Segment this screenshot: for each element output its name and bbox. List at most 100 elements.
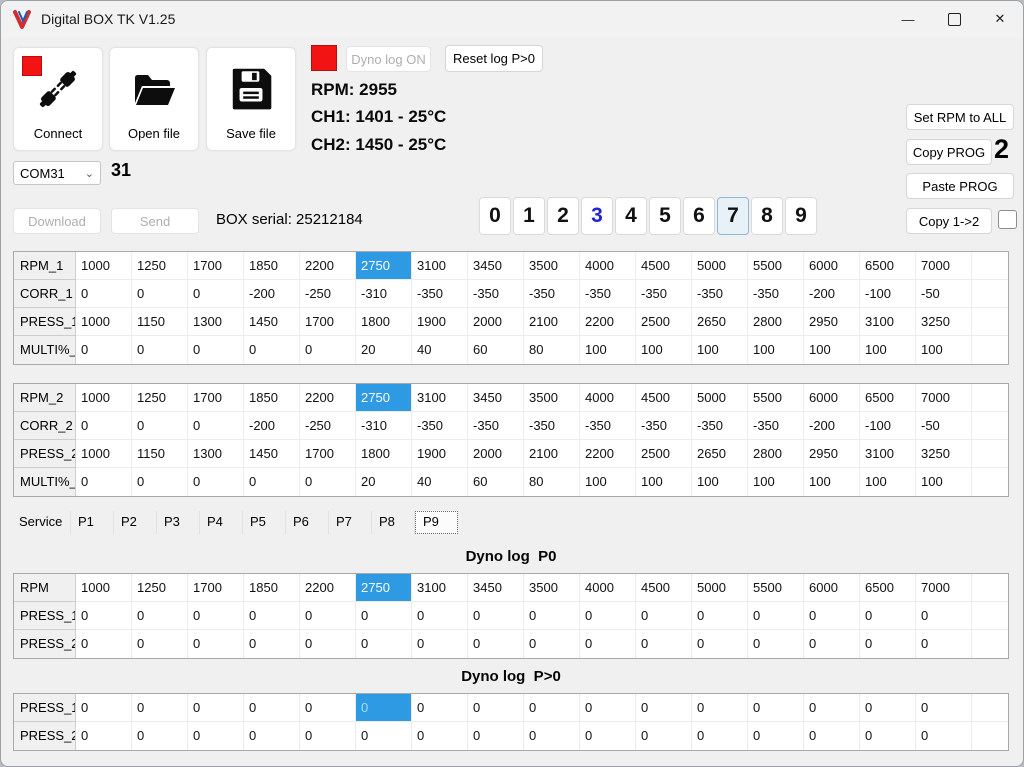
table-cell[interactable]: 0 xyxy=(188,602,244,630)
table-cell[interactable]: 0 xyxy=(860,602,916,630)
table-cell[interactable]: 2200 xyxy=(580,308,636,336)
table-cell[interactable]: 100 xyxy=(636,336,692,364)
table-cell[interactable]: 0 xyxy=(132,694,188,722)
table-cell[interactable]: 2950 xyxy=(804,440,860,468)
table-cell[interactable]: 0 xyxy=(300,694,356,722)
prog-digit-button[interactable]: 7 xyxy=(717,197,749,235)
table-cell[interactable]: 1800 xyxy=(356,308,412,336)
table-cell[interactable]: 0 xyxy=(524,722,580,750)
table-cell[interactable]: 60 xyxy=(468,468,524,496)
prog-digit-button[interactable]: 1 xyxy=(513,197,545,235)
table-cell[interactable]: 5500 xyxy=(748,384,804,412)
table-cell[interactable]: 40 xyxy=(412,336,468,364)
table-cell[interactable]: 0 xyxy=(804,722,860,750)
open-file-button[interactable]: Open file xyxy=(109,47,199,151)
table-cell[interactable]: 80 xyxy=(524,468,580,496)
table-cell[interactable]: -350 xyxy=(692,280,748,308)
table-cell[interactable]: 0 xyxy=(468,602,524,630)
table-cell[interactable]: 2100 xyxy=(524,440,580,468)
table-cell[interactable]: 0 xyxy=(356,602,412,630)
table-cell[interactable]: -100 xyxy=(860,280,916,308)
table-cell[interactable]: 3100 xyxy=(412,252,468,280)
table-cell[interactable]: 2800 xyxy=(748,440,804,468)
table-cell[interactable]: 4000 xyxy=(580,574,636,602)
tab-p5[interactable]: P5 xyxy=(243,511,286,534)
reset-log-button[interactable]: Reset log P>0 xyxy=(445,45,543,72)
table-cell[interactable]: 0 xyxy=(636,602,692,630)
table-cell[interactable]: 0 xyxy=(76,722,132,750)
table-cell[interactable]: 100 xyxy=(580,468,636,496)
table-cell[interactable]: 2800 xyxy=(748,308,804,336)
dyno-log-on-button[interactable]: Dyno log ON xyxy=(346,46,431,72)
table-cell[interactable]: -200 xyxy=(244,412,300,440)
table-cell[interactable]: 100 xyxy=(860,336,916,364)
table-cell[interactable]: 7000 xyxy=(916,252,972,280)
table-cell[interactable]: -350 xyxy=(580,280,636,308)
table-cell[interactable]: 0 xyxy=(916,630,972,658)
table-cell[interactable]: 0 xyxy=(76,280,132,308)
table-cell[interactable]: 2750 xyxy=(356,252,412,280)
table-cell[interactable]: -350 xyxy=(748,412,804,440)
table-cell[interactable]: 6500 xyxy=(860,574,916,602)
table-cell[interactable]: 3100 xyxy=(412,384,468,412)
table-cell[interactable]: 2500 xyxy=(636,308,692,336)
table-cell[interactable]: 0 xyxy=(860,630,916,658)
tab-service[interactable]: Service xyxy=(13,511,71,534)
table-cell[interactable]: 0 xyxy=(132,722,188,750)
tab-p4[interactable]: P4 xyxy=(200,511,243,534)
com-port-select[interactable]: COM31 ⌄ xyxy=(13,161,101,185)
table-cell[interactable]: 2200 xyxy=(580,440,636,468)
prog-digit-button[interactable]: 0 xyxy=(479,197,511,235)
table-cell[interactable]: 0 xyxy=(692,722,748,750)
table-cell[interactable]: 1850 xyxy=(244,252,300,280)
table-cell[interactable]: 3250 xyxy=(916,440,972,468)
table-cell[interactable]: 0 xyxy=(580,602,636,630)
table-cell[interactable]: 100 xyxy=(748,336,804,364)
table-cell[interactable]: 2750 xyxy=(356,384,412,412)
table-cell[interactable]: 0 xyxy=(300,602,356,630)
table-cell[interactable]: 100 xyxy=(636,468,692,496)
table-cell[interactable]: 0 xyxy=(244,468,300,496)
table-cell[interactable]: 3250 xyxy=(916,308,972,336)
table-cell[interactable]: 2750 xyxy=(356,574,412,602)
table-cell[interactable]: -310 xyxy=(356,412,412,440)
table-cell[interactable]: 5000 xyxy=(692,384,748,412)
table-cell[interactable]: -100 xyxy=(860,412,916,440)
prog-digit-button[interactable]: 3 xyxy=(581,197,613,235)
table-cell[interactable]: 1300 xyxy=(188,308,244,336)
table-cell[interactable]: -350 xyxy=(636,280,692,308)
table-cell[interactable]: 0 xyxy=(132,630,188,658)
table-cell[interactable]: 0 xyxy=(748,694,804,722)
table-cell[interactable]: 2500 xyxy=(636,440,692,468)
table-cell[interactable]: 0 xyxy=(132,602,188,630)
minimize-button[interactable]: — xyxy=(885,1,931,37)
table-cell[interactable]: 0 xyxy=(300,722,356,750)
table-cell[interactable]: 0 xyxy=(188,630,244,658)
table-cell[interactable]: 100 xyxy=(580,336,636,364)
table-cell[interactable]: 1700 xyxy=(188,252,244,280)
save-file-button[interactable]: Save file xyxy=(206,47,296,151)
table-cell[interactable]: 3450 xyxy=(468,384,524,412)
tab-p6[interactable]: P6 xyxy=(286,511,329,534)
table-cell[interactable]: -200 xyxy=(244,280,300,308)
table-cell[interactable]: -350 xyxy=(748,280,804,308)
table-cell[interactable]: 0 xyxy=(188,336,244,364)
prog-digit-button[interactable]: 6 xyxy=(683,197,715,235)
table-cell[interactable]: 2000 xyxy=(468,308,524,336)
table-cell[interactable]: 100 xyxy=(748,468,804,496)
table-cell[interactable]: 0 xyxy=(356,630,412,658)
table-cell[interactable]: 0 xyxy=(76,336,132,364)
table-cell[interactable]: 0 xyxy=(412,722,468,750)
table-cell[interactable]: -310 xyxy=(356,280,412,308)
table-cell[interactable]: 0 xyxy=(188,468,244,496)
table-cell[interactable]: 0 xyxy=(188,694,244,722)
table-cell[interactable]: 1700 xyxy=(188,384,244,412)
table-cell[interactable]: 7000 xyxy=(916,574,972,602)
table-cell[interactable]: 0 xyxy=(300,468,356,496)
table-cell[interactable]: -350 xyxy=(524,412,580,440)
table-cell[interactable]: 1000 xyxy=(76,308,132,336)
table-cell[interactable]: 2200 xyxy=(300,384,356,412)
table-cell[interactable]: 0 xyxy=(692,630,748,658)
copy-prog-button[interactable]: Copy PROG xyxy=(906,139,992,165)
table-cell[interactable]: 100 xyxy=(692,336,748,364)
